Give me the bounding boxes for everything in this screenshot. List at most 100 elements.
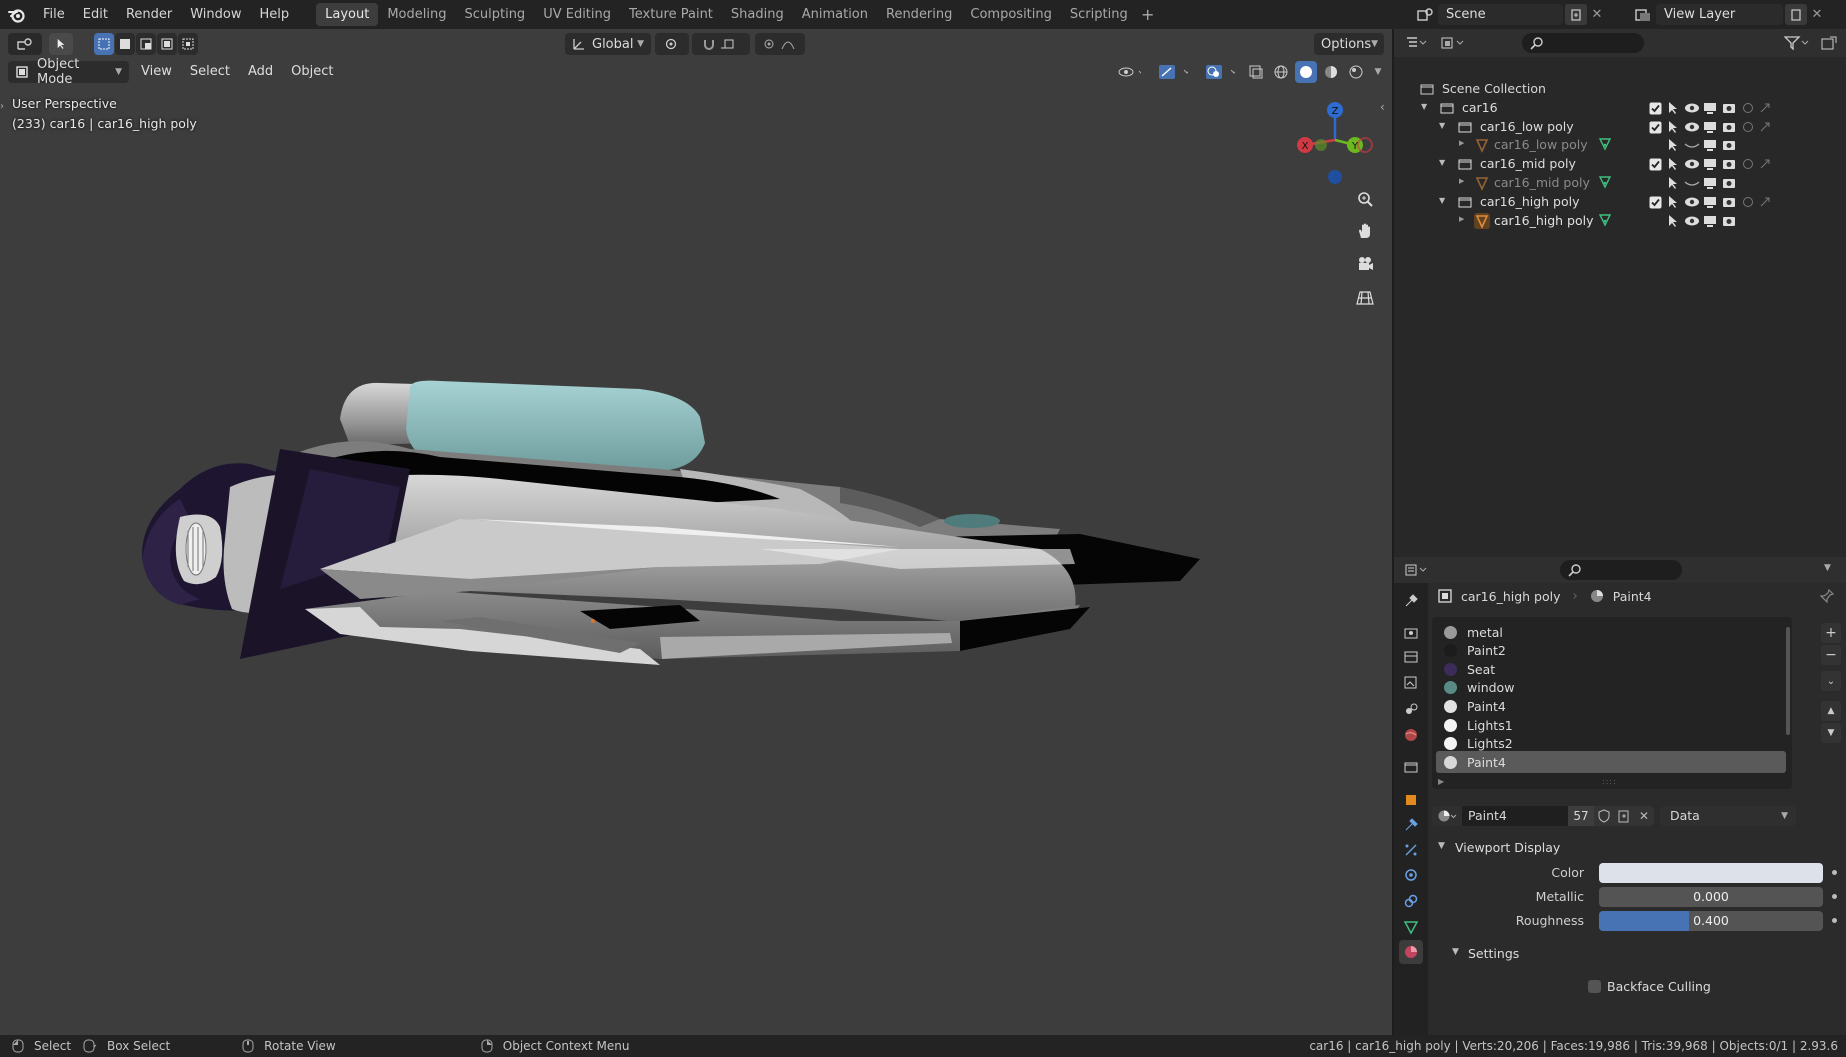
new-collection-icon[interactable] bbox=[1818, 33, 1840, 53]
wireframe-shading-icon[interactable] bbox=[1270, 61, 1292, 83]
animate-roughness-icon[interactable] bbox=[1832, 918, 1837, 923]
list-expand-icon[interactable]: ▶ bbox=[1438, 777, 1444, 786]
eye-visibility-icon[interactable] bbox=[1684, 138, 1700, 152]
material-preview-icon[interactable] bbox=[1320, 61, 1342, 83]
link-dropdown[interactable]: Data ▼ bbox=[1660, 806, 1796, 826]
car-model-mesh[interactable] bbox=[140, 359, 1200, 689]
add-workspace-button[interactable]: + bbox=[1137, 5, 1159, 24]
constraints-tab-icon[interactable] bbox=[1399, 889, 1423, 913]
material-slot-item[interactable]: Paint4 bbox=[1436, 751, 1786, 774]
remove-scene-icon[interactable]: ✕ bbox=[1587, 7, 1607, 22]
outliner-search-input[interactable] bbox=[1522, 33, 1644, 53]
transform-orientation-dropdown[interactable]: Global ▼ bbox=[565, 33, 651, 55]
tab-sculpting[interactable]: Sculpting bbox=[455, 3, 534, 26]
disclosure-collapsed-icon[interactable]: ▶ bbox=[1459, 139, 1464, 147]
view-layer-field[interactable]: View Layer bbox=[1656, 4, 1783, 25]
holdout-icon[interactable] bbox=[1740, 157, 1756, 171]
render-camera-icon[interactable] bbox=[1721, 157, 1737, 171]
collection-tab-icon[interactable] bbox=[1399, 755, 1423, 779]
menu-add[interactable]: Add bbox=[239, 61, 282, 83]
metallic-slider[interactable]: 0.000 bbox=[1599, 887, 1823, 907]
menu-select[interactable]: Select bbox=[181, 61, 239, 83]
particles-tab-icon[interactable] bbox=[1399, 838, 1423, 862]
roughness-slider[interactable]: 0.400 bbox=[1599, 911, 1823, 931]
scene-name-field[interactable]: Scene bbox=[1438, 4, 1563, 25]
viewport-display-panel-header[interactable]: ▼ Viewport Display bbox=[1428, 837, 1846, 859]
remove-slot-button[interactable]: − bbox=[1821, 645, 1841, 665]
outliner-object-row[interactable]: ▶ car16_high poly bbox=[1394, 210, 1846, 232]
disclosure-expanded-icon[interactable]: ▼ bbox=[1439, 158, 1445, 167]
animate-metallic-icon[interactable] bbox=[1832, 894, 1837, 899]
object-mode-dropdown[interactable]: Object Mode ▼ bbox=[8, 57, 129, 87]
eye-visibility-icon[interactable] bbox=[1684, 101, 1700, 115]
mesh-data-tab-icon[interactable] bbox=[1399, 915, 1423, 939]
color-swatch[interactable] bbox=[1599, 863, 1823, 883]
menu-edit[interactable]: Edit bbox=[74, 0, 117, 29]
selectable-arrow-icon[interactable] bbox=[1665, 101, 1681, 115]
material-slot-list[interactable]: metal Paint2 Seat window Paint4 Lights1 Lights… bbox=[1432, 617, 1792, 789]
viewport-monitor-icon[interactable] bbox=[1702, 101, 1718, 115]
eye-visibility-icon[interactable] bbox=[1684, 195, 1700, 209]
modifier-tab-icon[interactable] bbox=[1399, 813, 1423, 837]
disclosure-expanded-icon[interactable]: ▼ bbox=[1439, 196, 1445, 205]
zoom-icon[interactable] bbox=[1351, 185, 1379, 213]
move-slot-down-icon[interactable]: ▼ bbox=[1821, 723, 1841, 743]
viewport-monitor-icon[interactable] bbox=[1702, 120, 1718, 134]
perspective-toggle-icon[interactable] bbox=[1351, 284, 1379, 312]
animate-color-icon[interactable] bbox=[1832, 870, 1837, 875]
viewport-monitor-icon[interactable] bbox=[1702, 195, 1718, 209]
move-slot-up-icon[interactable]: ▲ bbox=[1821, 701, 1841, 721]
select-new-icon[interactable] bbox=[94, 33, 114, 55]
new-view-layer-icon[interactable] bbox=[1785, 4, 1807, 25]
indirect-only-icon[interactable] bbox=[1757, 195, 1773, 209]
selectable-arrow-icon[interactable] bbox=[1665, 157, 1681, 171]
render-camera-icon[interactable] bbox=[1721, 195, 1737, 209]
disclosure-expanded-icon[interactable]: ▼ bbox=[1439, 121, 1445, 130]
material-tab-icon[interactable] bbox=[1399, 940, 1423, 964]
eye-visibility-icon[interactable] bbox=[1684, 157, 1700, 171]
editor-type-icon[interactable] bbox=[8, 33, 42, 55]
view-layer-icon[interactable] bbox=[1630, 4, 1656, 25]
indirect-only-icon[interactable] bbox=[1757, 120, 1773, 134]
fake-user-shield-icon[interactable] bbox=[1594, 806, 1614, 826]
tab-compositing[interactable]: Compositing bbox=[961, 3, 1061, 26]
render-camera-icon[interactable] bbox=[1721, 214, 1737, 228]
toolbar-expand-icon[interactable]: › bbox=[0, 101, 4, 112]
tab-animation[interactable]: Animation bbox=[793, 3, 877, 26]
outliner-editor-type-icon[interactable] bbox=[1402, 33, 1430, 53]
selectable-arrow-icon[interactable] bbox=[1665, 138, 1681, 152]
eye-visibility-icon[interactable] bbox=[1684, 214, 1700, 228]
select-subtract-icon[interactable] bbox=[136, 33, 156, 55]
render-tab-icon[interactable] bbox=[1399, 621, 1423, 645]
render-camera-icon[interactable] bbox=[1721, 101, 1737, 115]
tab-shading[interactable]: Shading bbox=[722, 3, 793, 26]
selectable-arrow-icon[interactable] bbox=[1665, 176, 1681, 190]
menu-render[interactable]: Render bbox=[117, 0, 181, 29]
gizmo-toggle-icon[interactable] bbox=[1151, 61, 1195, 83]
view-layer-tab-icon[interactable] bbox=[1399, 671, 1423, 695]
physics-tab-icon[interactable] bbox=[1399, 863, 1423, 887]
add-slot-button[interactable]: + bbox=[1821, 623, 1841, 643]
render-camera-icon[interactable] bbox=[1721, 176, 1737, 190]
browse-material-icon[interactable] bbox=[1432, 806, 1462, 826]
tab-modeling[interactable]: Modeling bbox=[378, 3, 455, 26]
viewport-monitor-icon[interactable] bbox=[1702, 138, 1718, 152]
filter-icon[interactable] bbox=[1780, 33, 1814, 53]
scene-tab-icon[interactable] bbox=[1399, 697, 1423, 721]
exclude-checkbox[interactable] bbox=[1647, 195, 1663, 209]
sidebar-expand-icon[interactable]: ‹ bbox=[1380, 100, 1385, 114]
menu-object[interactable]: Object bbox=[282, 61, 342, 83]
chevron-down-icon[interactable]: ▼ bbox=[1824, 563, 1831, 573]
properties-search-input[interactable] bbox=[1560, 560, 1682, 580]
selectable-arrow-icon[interactable] bbox=[1665, 120, 1681, 134]
pivot-point-icon[interactable] bbox=[655, 33, 689, 55]
camera-view-icon[interactable] bbox=[1351, 250, 1379, 278]
rendered-shading-icon[interactable] bbox=[1345, 61, 1367, 83]
menu-file[interactable]: File bbox=[34, 0, 74, 29]
pin-icon[interactable] bbox=[1820, 589, 1834, 603]
snap-toggle-icon[interactable] bbox=[692, 33, 750, 55]
render-camera-icon[interactable] bbox=[1721, 138, 1737, 152]
disclosure-expanded-icon[interactable]: ▼ bbox=[1421, 102, 1427, 111]
overlays-icon[interactable] bbox=[1198, 61, 1242, 83]
tab-scripting[interactable]: Scripting bbox=[1061, 3, 1137, 26]
